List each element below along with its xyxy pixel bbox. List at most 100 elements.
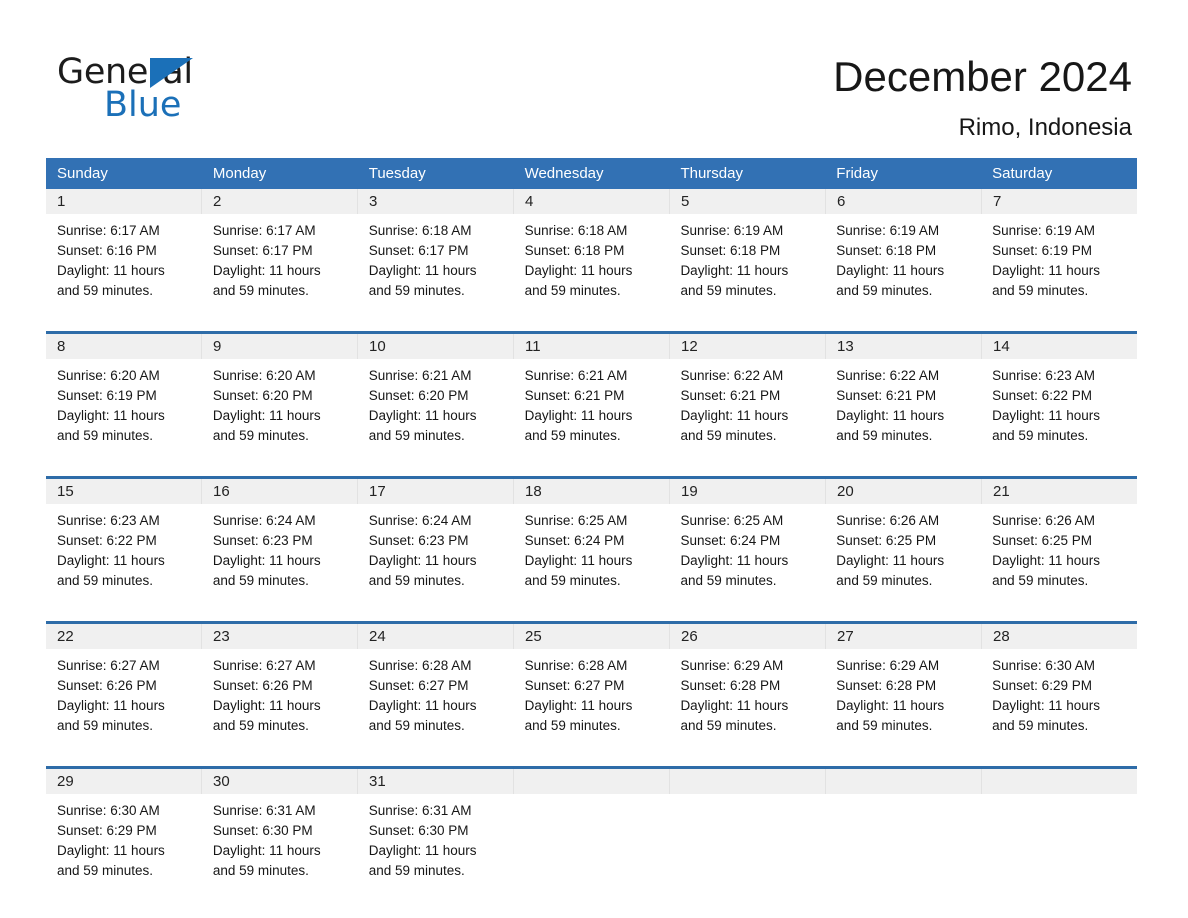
daylight-text-line1: Daylight: 11 hours [212, 698, 321, 713]
day-cell[interactable]: Sunrise: 6:20 AM Sunset: 6:19 PM Dayligh… [46, 359, 202, 458]
sunrise-text: Sunrise: 6:19 AM [992, 223, 1095, 238]
day-cell[interactable]: Sunrise: 6:25 AM Sunset: 6:24 PM Dayligh… [514, 504, 670, 603]
day-cell[interactable]: Sunrise: 6:19 AM Sunset: 6:19 PM Dayligh… [981, 214, 1137, 313]
date-number[interactable]: 29 [46, 769, 202, 794]
daylight-text-line2: and 59 minutes. [57, 428, 154, 443]
weekday-friday: Friday [836, 165, 878, 182]
daylight-text-line1: Daylight: 11 hours [680, 408, 789, 423]
sunset-text: Sunset: 6:18 PM [524, 243, 625, 258]
day-cell-empty [825, 794, 981, 893]
sunrise-text: Sunrise: 6:17 AM [212, 223, 316, 238]
day-cell[interactable]: Sunrise: 6:18 AM Sunset: 6:18 PM Dayligh… [514, 214, 670, 313]
day-cell[interactable]: Sunrise: 6:24 AM Sunset: 6:23 PM Dayligh… [202, 504, 358, 603]
date-number[interactable]: 25 [514, 624, 670, 649]
daylight-text-line2: and 59 minutes. [368, 863, 465, 878]
sunrise-text: Sunrise: 6:26 AM [836, 513, 940, 528]
daylight-text-line2: and 59 minutes. [368, 428, 465, 443]
date-number[interactable]: 19 [670, 479, 826, 504]
week-row: 15 16 17 18 19 20 21 Sunrise: 6:23 AM Su… [46, 476, 1137, 603]
sunset-text: Sunset: 6:30 PM [368, 823, 469, 838]
day-cell[interactable]: Sunrise: 6:27 AM Sunset: 6:26 PM Dayligh… [46, 649, 202, 748]
day-cell[interactable]: Sunrise: 6:29 AM Sunset: 6:28 PM Dayligh… [825, 649, 981, 748]
sunset-text: Sunset: 6:25 PM [836, 533, 937, 548]
day-cell[interactable]: Sunrise: 6:28 AM Sunset: 6:27 PM Dayligh… [358, 649, 514, 748]
day-cell[interactable]: Sunrise: 6:21 AM Sunset: 6:20 PM Dayligh… [358, 359, 514, 458]
weekday-sunday: Sunday [57, 165, 108, 182]
day-cell[interactable]: Sunrise: 6:30 AM Sunset: 6:29 PM Dayligh… [981, 649, 1137, 748]
date-number[interactable]: 13 [826, 334, 982, 359]
day-cell[interactable]: Sunrise: 6:22 AM Sunset: 6:21 PM Dayligh… [825, 359, 981, 458]
day-cell[interactable]: Sunrise: 6:19 AM Sunset: 6:18 PM Dayligh… [669, 214, 825, 313]
date-number-empty [670, 769, 826, 794]
sunrise-text: Sunrise: 6:22 AM [836, 368, 940, 383]
day-cell[interactable]: Sunrise: 6:27 AM Sunset: 6:26 PM Dayligh… [202, 649, 358, 748]
date-number[interactable]: 28 [982, 624, 1137, 649]
date-number[interactable]: 14 [982, 334, 1137, 359]
sunset-text: Sunset: 6:29 PM [992, 678, 1092, 693]
sunset-text: Sunset: 6:16 PM [57, 243, 157, 258]
date-number[interactable]: 1 [46, 189, 202, 214]
day-cell[interactable]: Sunrise: 6:31 AM Sunset: 6:30 PM Dayligh… [202, 794, 358, 893]
calendar-page: General Blue December 2024 Rimo, Indones… [0, 0, 1188, 918]
date-number[interactable]: 4 [514, 189, 670, 214]
date-number[interactable]: 17 [358, 479, 514, 504]
date-number[interactable]: 2 [202, 189, 358, 214]
date-number[interactable]: 27 [826, 624, 982, 649]
day-cell[interactable]: Sunrise: 6:17 AM Sunset: 6:16 PM Dayligh… [46, 214, 202, 313]
daylight-text-line2: and 59 minutes. [524, 718, 621, 733]
weekday-tuesday: Tuesday [368, 165, 426, 182]
day-cell[interactable]: Sunrise: 6:19 AM Sunset: 6:18 PM Dayligh… [825, 214, 981, 313]
day-cell[interactable]: Sunrise: 6:31 AM Sunset: 6:30 PM Dayligh… [358, 794, 514, 893]
day-cell[interactable]: Sunrise: 6:23 AM Sunset: 6:22 PM Dayligh… [46, 504, 202, 603]
day-cell[interactable]: Sunrise: 6:26 AM Sunset: 6:25 PM Dayligh… [981, 504, 1137, 603]
day-cell[interactable]: Sunrise: 6:20 AM Sunset: 6:20 PM Dayligh… [202, 359, 358, 458]
date-number[interactable]: 23 [202, 624, 358, 649]
sunrise-text: Sunrise: 6:25 AM [524, 513, 628, 528]
daylight-text-line1: Daylight: 11 hours [524, 698, 633, 713]
sunset-text: Sunset: 6:19 PM [57, 388, 157, 403]
date-number[interactable]: 3 [358, 189, 514, 214]
day-cell[interactable]: Sunrise: 6:22 AM Sunset: 6:21 PM Dayligh… [669, 359, 825, 458]
date-number[interactable]: 16 [202, 479, 358, 504]
date-number[interactable]: 20 [826, 479, 982, 504]
day-cell[interactable]: Sunrise: 6:21 AM Sunset: 6:21 PM Dayligh… [514, 359, 670, 458]
date-number[interactable]: 24 [358, 624, 514, 649]
date-number[interactable]: 26 [670, 624, 826, 649]
date-number[interactable]: 21 [982, 479, 1137, 504]
generalblue-logo[interactable]: General Blue [57, 53, 317, 125]
day-cell[interactable]: Sunrise: 6:30 AM Sunset: 6:29 PM Dayligh… [46, 794, 202, 893]
week-row: 1 2 3 4 5 6 7 Sunrise: 6:17 AM Sunset: 6… [46, 189, 1137, 313]
day-cell[interactable]: Sunrise: 6:24 AM Sunset: 6:23 PM Dayligh… [358, 504, 514, 603]
logo-text-blue: Blue [104, 85, 182, 125]
sunrise-text: Sunrise: 6:21 AM [368, 368, 472, 383]
date-number[interactable]: 9 [202, 334, 358, 359]
date-number[interactable]: 22 [46, 624, 202, 649]
daylight-text-line1: Daylight: 11 hours [212, 263, 321, 278]
week-detail-row: Sunrise: 6:23 AM Sunset: 6:22 PM Dayligh… [46, 504, 1137, 603]
date-number[interactable]: 7 [982, 189, 1137, 214]
date-number[interactable]: 10 [358, 334, 514, 359]
sunrise-text: Sunrise: 6:19 AM [836, 223, 940, 238]
date-number[interactable]: 18 [514, 479, 670, 504]
day-cell[interactable]: Sunrise: 6:17 AM Sunset: 6:17 PM Dayligh… [202, 214, 358, 313]
week-date-band: 15 16 17 18 19 20 21 [46, 479, 1137, 504]
day-cell[interactable]: Sunrise: 6:26 AM Sunset: 6:25 PM Dayligh… [825, 504, 981, 603]
date-number[interactable]: 12 [670, 334, 826, 359]
date-number[interactable]: 11 [514, 334, 670, 359]
sunset-text: Sunset: 6:24 PM [680, 533, 781, 548]
day-cell[interactable]: Sunrise: 6:29 AM Sunset: 6:28 PM Dayligh… [669, 649, 825, 748]
daylight-text-line1: Daylight: 11 hours [992, 698, 1100, 713]
day-cell[interactable]: Sunrise: 6:28 AM Sunset: 6:27 PM Dayligh… [514, 649, 670, 748]
day-cell[interactable]: Sunrise: 6:25 AM Sunset: 6:24 PM Dayligh… [669, 504, 825, 603]
date-number[interactable]: 30 [202, 769, 358, 794]
sunrise-text: Sunrise: 6:28 AM [524, 658, 628, 673]
date-number[interactable]: 31 [358, 769, 514, 794]
title-block: December 2024 Rimo, Indonesia [833, 50, 1132, 143]
date-number[interactable]: 15 [46, 479, 202, 504]
date-number[interactable]: 5 [670, 189, 826, 214]
day-cell[interactable]: Sunrise: 6:23 AM Sunset: 6:22 PM Dayligh… [981, 359, 1137, 458]
day-cell[interactable]: Sunrise: 6:18 AM Sunset: 6:17 PM Dayligh… [358, 214, 514, 313]
date-number[interactable]: 8 [46, 334, 202, 359]
week-detail-row: Sunrise: 6:17 AM Sunset: 6:16 PM Dayligh… [46, 214, 1137, 313]
date-number[interactable]: 6 [826, 189, 982, 214]
